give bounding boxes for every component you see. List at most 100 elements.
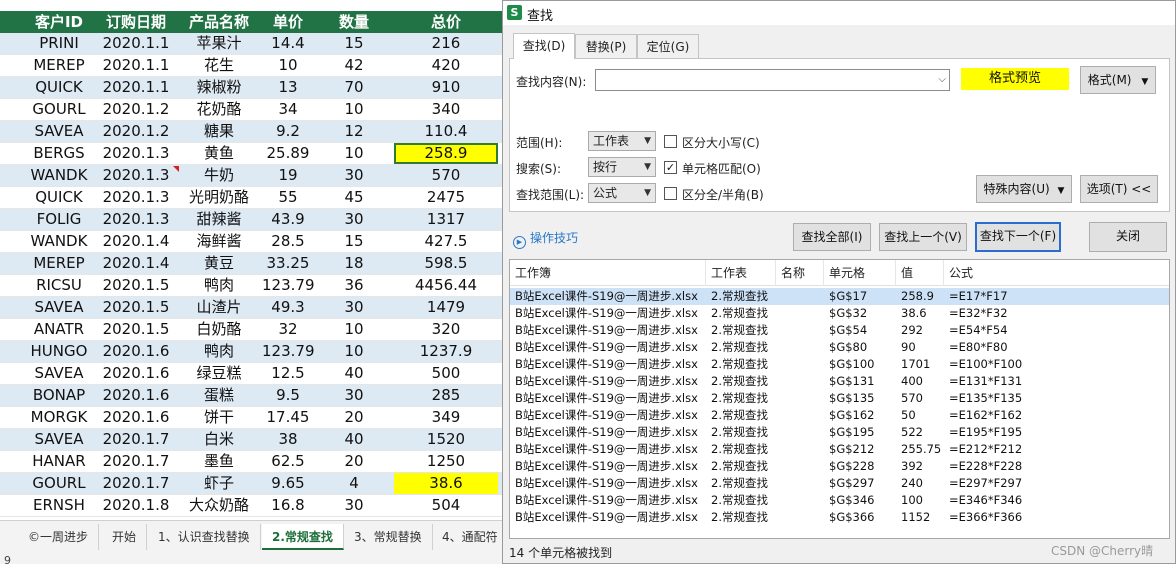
table-cell[interactable]: 9.2 (262, 121, 314, 142)
table-row[interactable]: BERGS 2020.1.3 黄鱼 25.89 10 258.9 (0, 143, 502, 165)
table-cell[interactable]: 34 (262, 99, 314, 120)
table-cell[interactable]: 黄豆 (176, 253, 262, 274)
table-cell[interactable]: GOURL (22, 473, 96, 494)
table-row[interactable]: PRINI 2020.1.1 苹果汁 14.4 15 216 (0, 33, 502, 55)
table-cell[interactable]: 2020.1.8 (96, 495, 176, 516)
table-cell[interactable]: 白奶酪 (176, 319, 262, 340)
table-cell[interactable]: 白米 (176, 429, 262, 450)
table-row[interactable]: FOLIG 2020.1.3 甜辣酱 43.9 30 1317 (0, 209, 502, 231)
table-cell[interactable]: 鸭肉 (176, 341, 262, 362)
table-cell[interactable]: 258.9 (394, 143, 498, 164)
table-cell[interactable]: 49.3 (262, 297, 314, 318)
table-cell[interactable]: 2020.1.2 (96, 121, 176, 142)
table-cell[interactable]: SAVEA (22, 363, 96, 384)
table-cell[interactable]: 虾子 (176, 473, 262, 494)
table-cell[interactable]: SAVEA (22, 297, 96, 318)
table-cell[interactable]: 910 (394, 77, 498, 98)
match-case-checkbox[interactable] (664, 135, 677, 148)
dialog-titlebar[interactable]: S 查找 (503, 1, 1175, 25)
table-cell[interactable]: HANAR (22, 451, 96, 472)
column-cell[interactable]: 单元格 (824, 260, 896, 286)
table-cell[interactable]: 鸭肉 (176, 275, 262, 296)
table-cell[interactable]: 2020.1.2 (96, 99, 176, 120)
find-what-input[interactable]: ⌵ (595, 69, 950, 91)
table-cell[interactable]: 40 (314, 363, 394, 384)
results-list[interactable]: 工作簿 工作表 名称 单元格 值 公式 B站Excel课件-S19@一周进步.x… (509, 259, 1170, 539)
table-cell[interactable]: WANDK (22, 165, 96, 186)
table-cell[interactable]: 349 (394, 407, 498, 428)
table-cell[interactable]: SAVEA (22, 121, 96, 142)
table-cell[interactable]: 2020.1.5 (96, 275, 176, 296)
special-content-button[interactable]: 特殊内容(U) ▼ (976, 175, 1072, 203)
table-cell[interactable]: 4456.44 (394, 275, 498, 296)
table-cell[interactable]: 16.8 (262, 495, 314, 516)
result-row[interactable]: B站Excel课件-S19@一周进步.xlsx 2.常规查找 $G$135 570 =E… (510, 390, 1169, 407)
table-row[interactable]: MORGK 2020.1.6 饼干 17.45 20 349 (0, 407, 502, 429)
result-row[interactable]: B站Excel课件-S19@一周进步.xlsx 2.常规查找 $G$297 240 =E… (510, 475, 1169, 492)
table-cell[interactable]: 2020.1.5 (96, 319, 176, 340)
table-cell[interactable]: 216 (394, 33, 498, 54)
table-cell[interactable]: SAVEA (22, 429, 96, 450)
table-cell[interactable]: RICSU (22, 275, 96, 296)
table-cell[interactable]: 20 (314, 451, 394, 472)
result-row[interactable]: B站Excel课件-S19@一周进步.xlsx 2.常规查找 $G$131 400 =E… (510, 373, 1169, 390)
table-cell[interactable]: 45 (314, 187, 394, 208)
table-cell[interactable]: 17.45 (262, 407, 314, 428)
table-cell[interactable]: 2020.1.7 (96, 473, 176, 494)
column-formula[interactable]: 公式 (944, 260, 1169, 286)
find-all-button[interactable]: 查找全部(I) (793, 223, 871, 251)
table-cell[interactable]: 2020.1.3 (96, 165, 176, 186)
options-button[interactable]: 选项(T) << (1080, 175, 1158, 203)
sheet-tab[interactable]: 4、通配符 (432, 524, 509, 550)
table-cell[interactable]: 2475 (394, 187, 498, 208)
table-cell[interactable]: 辣椒粉 (176, 77, 262, 98)
chevron-down-icon[interactable]: ⌵ (938, 70, 946, 90)
table-cell[interactable]: 427.5 (394, 231, 498, 252)
table-cell[interactable]: PRINI (22, 33, 96, 54)
table-cell[interactable]: 15 (314, 231, 394, 252)
table-cell[interactable]: 2020.1.6 (96, 341, 176, 362)
table-row[interactable]: BONAP 2020.1.6 蛋糕 9.5 30 285 (0, 385, 502, 407)
table-row[interactable]: SAVEA 2020.1.6 绿豆糕 12.5 40 500 (0, 363, 502, 385)
match-width-label[interactable]: 区分全/半角(B) (682, 186, 764, 203)
column-header[interactable]: 产品名称 (176, 11, 262, 33)
table-cell[interactable]: 9.65 (262, 473, 314, 494)
table-cell[interactable]: 绿豆糕 (176, 363, 262, 384)
table-row[interactable]: QUICK 2020.1.3 光明奶酪 55 45 2475 (0, 187, 502, 209)
table-cell[interactable]: 123.79 (262, 275, 315, 296)
match-entire-cell-label[interactable]: 单元格匹配(O) (682, 160, 761, 177)
table-row[interactable]: SAVEA 2020.1.5 山渣片 49.3 30 1479 (0, 297, 502, 319)
table-row[interactable]: QUICK 2020.1.1 辣椒粉 13 70 910 (0, 77, 502, 99)
table-cell[interactable]: 500 (394, 363, 498, 384)
table-cell[interactable]: 598.5 (394, 253, 498, 274)
table-row[interactable]: HANAR 2020.1.7 墨鱼 62.5 20 1250 (0, 451, 502, 473)
table-cell[interactable]: 15 (314, 33, 394, 54)
result-row[interactable]: B站Excel课件-S19@一周进步.xlsx 2.常规查找 $G$195 522 =E… (510, 424, 1169, 441)
match-case-label[interactable]: 区分大小写(C) (682, 134, 760, 151)
table-cell[interactable]: ERNSH (22, 495, 96, 516)
table-cell[interactable]: 2020.1.4 (96, 231, 176, 252)
table-cell[interactable]: QUICK (22, 77, 96, 98)
table-cell[interactable]: 2020.1.3 (96, 209, 176, 230)
table-cell[interactable]: BONAP (22, 385, 96, 406)
table-row[interactable]: ANATR 2020.1.5 白奶酪 32 10 320 (0, 319, 502, 341)
table-cell[interactable]: 2020.1.3 (96, 143, 176, 164)
table-cell[interactable]: 320 (394, 319, 498, 340)
table-cell[interactable]: 2020.1.4 (96, 253, 176, 274)
table-cell[interactable]: 2020.1.6 (96, 385, 176, 406)
comment-indicator-icon[interactable] (173, 166, 179, 172)
scope-select[interactable]: 工作表 ▼ (588, 131, 656, 151)
column-header[interactable]: 单价 (262, 11, 314, 33)
sheet-tab[interactable]: ©一周进步 (18, 524, 100, 550)
column-header[interactable]: 总价 (394, 11, 498, 33)
table-cell[interactable]: 285 (394, 385, 498, 406)
table-cell[interactable]: ANATR (22, 319, 96, 340)
table-cell[interactable]: 10 (314, 143, 394, 164)
result-row[interactable]: B站Excel课件-S19@一周进步.xlsx 2.常规查找 $G$228 392 =E… (510, 458, 1169, 475)
look-in-select[interactable]: 公式 ▼ (588, 183, 656, 203)
table-cell[interactable]: 20 (314, 407, 394, 428)
table-cell[interactable]: 2020.1.6 (96, 363, 176, 384)
tab-find[interactable]: 查找(D) (513, 33, 575, 59)
sheet-tab[interactable]: 开始 (102, 524, 148, 550)
search-order-select[interactable]: 按行 ▼ (588, 157, 656, 177)
